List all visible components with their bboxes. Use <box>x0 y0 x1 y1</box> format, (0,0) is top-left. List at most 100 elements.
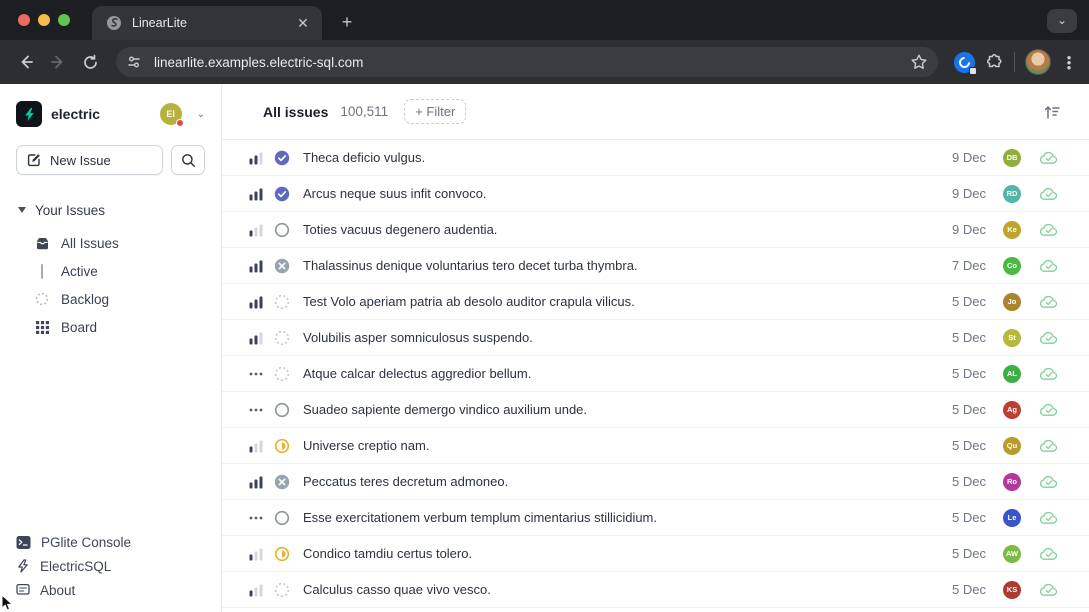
status-backlog-icon[interactable] <box>274 366 290 382</box>
priority-none-icon[interactable] <box>248 510 264 526</box>
status-canceled-icon[interactable] <box>274 474 290 490</box>
grid-icon <box>34 321 50 334</box>
assignee-avatar[interactable]: RD <box>1003 185 1021 203</box>
sidebar-item-board[interactable]: Board <box>16 313 205 341</box>
browser-menu-icon[interactable]: ••• <box>1061 55 1077 70</box>
site-settings-icon[interactable] <box>122 50 146 74</box>
issue-row[interactable]: Volubilis asper somniculosus suspendo. 5… <box>222 320 1089 356</box>
issue-title[interactable]: Theca deficio vulgus. <box>303 150 952 165</box>
issue-date: 5 Dec <box>952 294 986 309</box>
assignee-avatar[interactable]: Le <box>1003 509 1021 527</box>
assignee-avatar[interactable]: KS <box>1003 581 1021 599</box>
priority-high-icon[interactable] <box>248 186 264 202</box>
sort-icon[interactable] <box>1043 103 1061 121</box>
issue-row[interactable]: Esse exercitationem verbum templum cimen… <box>222 500 1089 536</box>
issue-row[interactable]: Condico tamdiu certus tolero. 5 Dec AW <box>222 536 1089 572</box>
assignee-avatar[interactable]: Jo <box>1003 293 1021 311</box>
issue-title[interactable]: Atque calcar delectus aggredior bellum. <box>303 366 952 381</box>
status-backlog-icon[interactable] <box>274 582 290 598</box>
priority-medium-icon[interactable] <box>248 330 264 346</box>
extension-icon-blue[interactable] <box>954 52 975 73</box>
status-canceled-icon[interactable] <box>274 258 290 274</box>
issue-title[interactable]: Volubilis asper somniculosus suspendo. <box>303 330 952 345</box>
assignee-avatar[interactable]: AL <box>1003 365 1021 383</box>
issue-title[interactable]: Peccatus teres decretum admoneo. <box>303 474 952 489</box>
assignee-avatar[interactable]: Ke <box>1003 221 1021 239</box>
sidebar-item-active[interactable]: Active <box>16 257 205 285</box>
sidebar-item-all-issues[interactable]: All Issues <box>16 229 205 257</box>
chevron-down-icon[interactable]: ⌄ <box>197 109 205 120</box>
issue-title[interactable]: Esse exercitationem verbum templum cimen… <box>303 510 952 525</box>
minimize-window-button[interactable] <box>38 14 50 26</box>
status-todo-icon[interactable] <box>274 402 290 418</box>
assignee-avatar[interactable]: Ro <box>1003 473 1021 491</box>
assignee-avatar[interactable]: Qu <box>1003 437 1021 455</box>
status-backlog-icon[interactable] <box>274 330 290 346</box>
issue-row[interactable]: Universe creptio nam. 5 Dec Qu <box>222 428 1089 464</box>
priority-low-icon[interactable] <box>248 222 264 238</box>
status-in_progress-icon[interactable] <box>274 438 290 454</box>
forward-button[interactable] <box>44 48 72 76</box>
status-done-icon[interactable] <box>274 150 290 166</box>
new-issue-button[interactable]: New Issue <box>16 145 163 175</box>
priority-none-icon[interactable] <box>248 402 264 418</box>
status-done-icon[interactable] <box>274 186 290 202</box>
sidebar-item-pglite-console[interactable]: PGlite Console <box>16 530 131 554</box>
priority-low-icon[interactable] <box>248 546 264 562</box>
issue-title[interactable]: Universe creptio nam. <box>303 438 952 453</box>
browser-tab[interactable]: LinearLite ✕ <box>92 6 322 40</box>
status-todo-icon[interactable] <box>274 222 290 238</box>
issue-title[interactable]: Arcus neque suus infit convoco. <box>303 186 952 201</box>
user-avatar[interactable]: EI <box>160 103 182 125</box>
issue-row[interactable]: Calculus casso quae vivo vesco. 5 Dec KS <box>222 572 1089 608</box>
address-bar[interactable]: linearlite.examples.electric-sql.com <box>116 47 938 77</box>
issue-title[interactable]: Thalassinus denique voluntarius tero dec… <box>303 258 952 273</box>
close-window-button[interactable] <box>18 14 30 26</box>
priority-high-icon[interactable] <box>248 294 264 310</box>
assignee-avatar[interactable]: Co <box>1003 257 1021 275</box>
search-button[interactable] <box>171 145 205 175</box>
issue-row[interactable]: Suadeo sapiente demergo vindico auxilium… <box>222 392 1089 428</box>
issue-row[interactable]: Arcus neque suus infit convoco. 9 Dec RD <box>222 176 1089 212</box>
back-button[interactable] <box>12 48 40 76</box>
priority-low-icon[interactable] <box>248 438 264 454</box>
bookmark-star-icon[interactable] <box>910 53 928 71</box>
tab-close-icon[interactable]: ✕ <box>294 15 312 32</box>
status-todo-icon[interactable] <box>274 510 290 526</box>
priority-high-icon[interactable] <box>248 474 264 490</box>
maximize-window-button[interactable] <box>58 14 70 26</box>
issue-title[interactable]: Condico tamdiu certus tolero. <box>303 546 952 561</box>
profile-avatar[interactable] <box>1025 49 1051 75</box>
assignee-avatar[interactable]: DB <box>1003 149 1021 167</box>
sidebar-item-about[interactable]: About <box>16 578 131 602</box>
priority-high-icon[interactable] <box>248 258 264 274</box>
status-backlog-icon[interactable] <box>274 294 290 310</box>
issue-title[interactable]: Toties vacuus degenero audentia. <box>303 222 952 237</box>
url-text[interactable]: linearlite.examples.electric-sql.com <box>154 55 910 70</box>
filter-button[interactable]: + Filter <box>404 99 466 124</box>
issue-row[interactable]: Toties vacuus degenero audentia. 9 Dec K… <box>222 212 1089 248</box>
sidebar-item-backlog[interactable]: Backlog <box>16 285 205 313</box>
priority-low-icon[interactable] <box>248 582 264 598</box>
priority-none-icon[interactable] <box>248 366 264 382</box>
your-issues-section[interactable]: Your Issues <box>16 199 205 221</box>
tab-search-chevron-icon[interactable]: ⌄ <box>1047 9 1077 33</box>
issue-row[interactable]: Theca deficio vulgus. 9 Dec DB <box>222 140 1089 176</box>
new-tab-button[interactable]: + <box>334 10 360 36</box>
extensions-puzzle-icon[interactable] <box>985 53 1004 72</box>
sidebar-item-electricsql[interactable]: ElectricSQL <box>16 554 131 578</box>
issue-title[interactable]: Test Volo aperiam patria ab desolo audit… <box>303 294 952 309</box>
status-in_progress-icon[interactable] <box>274 546 290 562</box>
issue-row[interactable]: Test Volo aperiam patria ab desolo audit… <box>222 284 1089 320</box>
issue-row[interactable]: Thalassinus denique voluntarius tero dec… <box>222 248 1089 284</box>
assignee-avatar[interactable]: Ag <box>1003 401 1021 419</box>
assignee-avatar[interactable]: AW <box>1003 545 1021 563</box>
issue-title[interactable]: Calculus casso quae vivo vesco. <box>303 582 952 597</box>
workspace-switcher[interactable]: electric EI ⌄ <box>16 100 205 128</box>
issue-title[interactable]: Suadeo sapiente demergo vindico auxilium… <box>303 402 952 417</box>
issue-row[interactable]: Atque calcar delectus aggredior bellum. … <box>222 356 1089 392</box>
issue-row[interactable]: Peccatus teres decretum admoneo. 5 Dec R… <box>222 464 1089 500</box>
priority-medium-icon[interactable] <box>248 150 264 166</box>
reload-button[interactable] <box>76 48 104 76</box>
assignee-avatar[interactable]: St <box>1003 329 1021 347</box>
